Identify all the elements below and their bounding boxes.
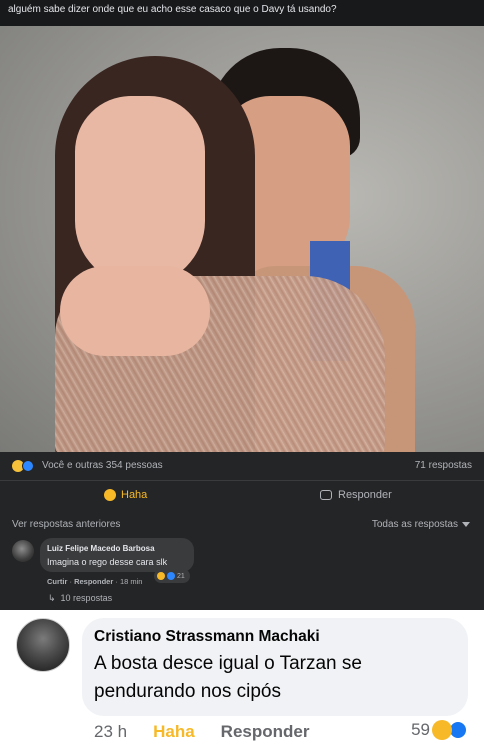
haha-button[interactable]: Haha: [104, 489, 147, 501]
comment-text: A bosta desce igual o Tarzan se penduran…: [94, 653, 362, 702]
like-reaction-icon: [22, 460, 34, 472]
like-reaction-icon: [167, 572, 175, 580]
dark-post-panel: alguém sabe dizer onde que eu acho esse …: [0, 0, 484, 610]
reply-comment-panel: Cristiano Strassmann Machaki A bosta des…: [0, 610, 484, 750]
comment-meta: Curtir · Responder · 18 min: [47, 577, 143, 586]
comment-time[interactable]: 23 h: [94, 722, 127, 742]
reply-arrow-icon: ↳: [48, 593, 56, 603]
comment-time: 18 min: [119, 577, 143, 586]
replies-filter-label: Todas as respostas: [371, 519, 458, 530]
post-caption: alguém sabe dizer onde que eu acho esse …: [8, 4, 337, 15]
like-link[interactable]: Curtir: [47, 577, 67, 586]
post-photo[interactable]: [0, 26, 484, 452]
reply-link[interactable]: Responder: [74, 577, 113, 586]
haha-icon: [104, 489, 116, 501]
comment-author[interactable]: Cristiano Strassmann Machaki: [94, 628, 320, 646]
reply-link[interactable]: Responder: [221, 722, 310, 742]
avatar[interactable]: [16, 618, 70, 672]
view-replies-link[interactable]: ↳ 10 respostas: [48, 593, 112, 604]
reactions-text[interactable]: Você e outras 354 pessoas: [42, 460, 163, 471]
comment-reactions[interactable]: 21: [154, 569, 190, 583]
haha-button-label: Haha: [121, 489, 148, 501]
haha-reaction-icon: [432, 720, 452, 740]
comment-text: Imagina o rego desse cara slk: [47, 557, 168, 567]
comment-icon: [320, 490, 332, 500]
replies-filter-dropdown[interactable]: Todas as respostas: [372, 519, 470, 530]
replies-link-label: 10 respostas: [60, 593, 113, 603]
avatar[interactable]: [12, 540, 34, 562]
comments-section: Ver respostas anteriores Todas as respos…: [0, 510, 484, 610]
comment-meta: 23 h Haha Responder: [94, 722, 309, 742]
reactions-summary[interactable]: Você e outras 354 pessoas 71 respostas: [0, 452, 484, 480]
chevron-down-icon: [462, 521, 470, 527]
screenshot-root: alguém sabe dizer onde que eu acho esse …: [0, 0, 484, 750]
view-previous-replies-link[interactable]: Ver respostas anteriores: [12, 519, 120, 530]
haha-link[interactable]: Haha: [153, 722, 195, 742]
comment-reaction-count: 59: [411, 720, 430, 739]
comment-reaction-count: 21: [177, 572, 185, 580]
reply-button[interactable]: Responder: [320, 489, 392, 501]
reply-button-label: Responder: [338, 489, 392, 501]
haha-reaction-icon: [157, 572, 165, 580]
replies-count[interactable]: 71 respostas: [415, 460, 472, 471]
comment-reactions[interactable]: 59: [411, 720, 468, 740]
post-actions-bar: Haha Responder: [0, 480, 484, 510]
comment-author[interactable]: Luiz Felipe Macedo Barbosa: [47, 544, 155, 553]
